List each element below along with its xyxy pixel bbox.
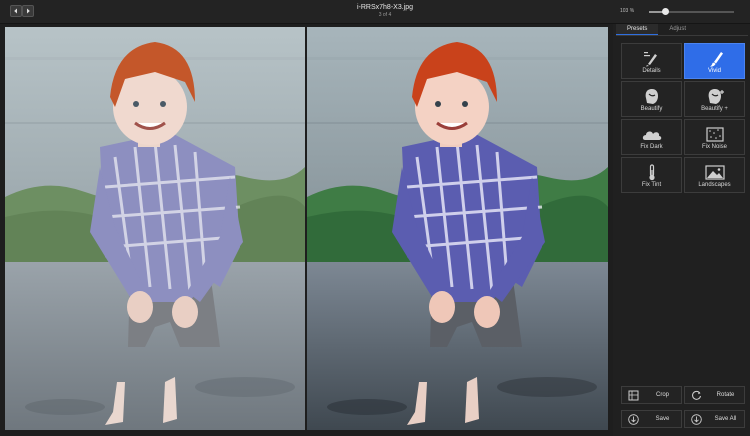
top-bar: i-RRSx7h8-X3.jpg 3 of 4 103 % [0,0,750,24]
preset-fix-noise-button[interactable]: Fix Noise [684,119,745,155]
photo-position: 3 of 4 [378,12,392,18]
face-icon [645,89,658,104]
preset-beautify-button[interactable]: Beautify [621,81,682,117]
preset-fix-noise-label: Fix Noise [701,144,727,150]
preset-fix-dark-button[interactable]: Fix Dark [621,119,682,155]
chevron-right-icon [27,8,30,14]
thermometer-icon [648,164,655,181]
photo-editor-app: i-RRSx7h8-X3.jpg 3 of 4 103 % Presets Ad… [0,0,750,436]
preset-fix-tint-button[interactable]: Fix Tint [621,157,682,193]
crop-button[interactable]: Crop [621,386,682,404]
crop-icon [628,390,639,401]
preset-details-label: Details [642,68,661,74]
before-photo-image [5,27,305,430]
tab-presets[interactable]: Presets [616,24,659,35]
crop-label: Crop [655,392,669,398]
tab-adjust[interactable]: Adjust [658,24,697,35]
cloud-icon [642,131,661,140]
previous-photo-button[interactable] [10,5,22,17]
rotate-icon [692,390,701,400]
preset-details-button[interactable]: Details [621,43,682,79]
preset-beautify-label: Beautify [640,106,663,112]
adjustments-panel: Presets Adjust Details Vivid Beautify Be… [613,24,750,436]
rotate-label: Rotate [716,392,735,398]
save-icon [628,414,639,425]
after-photo-image [307,27,608,430]
rotate-button[interactable]: Rotate [684,386,745,404]
preset-vivid-label: Vivid [708,68,721,74]
save-all-icon [691,414,702,425]
preset-landscapes-button[interactable]: Landscapes [684,157,745,193]
preset-landscapes-label: Landscapes [698,182,731,188]
save-label: Save [655,416,670,422]
zoom-level: 103 % [620,8,635,14]
tab-divider [616,35,748,36]
next-photo-button[interactable] [22,5,34,17]
brush-icon [709,52,723,67]
file-info: i-RRSx7h8-X3.jpg 3 of 4 [300,3,470,19]
save-all-button[interactable]: Save All [684,410,745,428]
mountain-picture-icon [704,165,725,180]
after-photo [307,27,608,430]
preset-vivid-button[interactable]: Vivid [684,43,745,79]
before-photo [5,27,305,430]
noise-icon [705,127,724,142]
face-plus-icon [708,89,724,104]
zoom-slider-handle[interactable] [662,8,670,15]
panel-tabs: Presets Adjust [616,24,748,35]
sliders-brush-icon [643,52,657,67]
file-name: i-RRSx7h8-X3.jpg [356,4,414,11]
preset-beautify-plus-label: Beautify + [701,106,728,112]
preset-beautify-plus-button[interactable]: Beautify + [684,81,745,117]
chevron-left-icon [14,8,17,14]
save-all-label: Save All [714,416,737,422]
save-button[interactable]: Save [621,410,682,428]
preset-fix-dark-label: Fix Dark [640,144,663,150]
preset-fix-tint-label: Fix Tint [641,182,662,188]
